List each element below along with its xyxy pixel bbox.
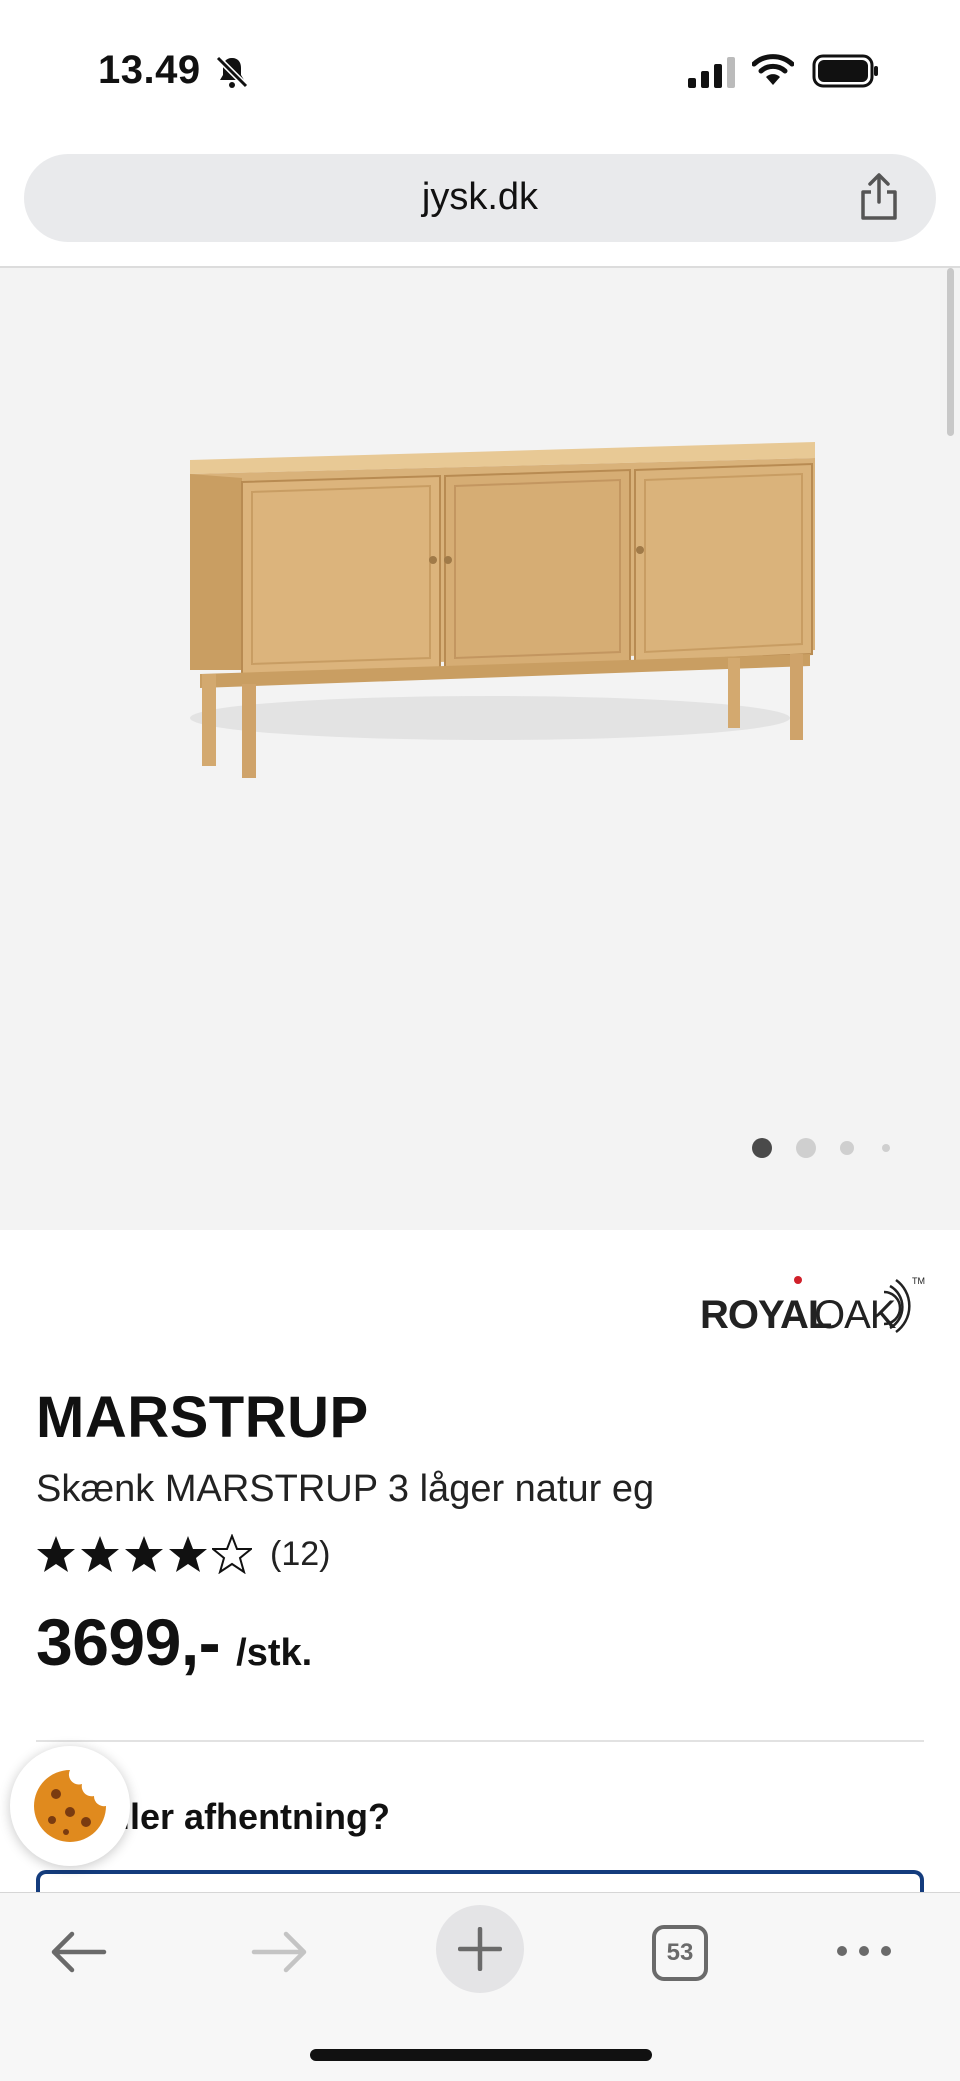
share-icon[interactable] <box>856 172 902 222</box>
forward-arrow-icon[interactable] <box>250 1927 310 1977</box>
cookie-icon <box>34 1770 106 1842</box>
svg-text:OAK: OAK <box>814 1293 897 1337</box>
status-time: 13.49 <box>98 48 201 92</box>
price-unit: /stk. <box>236 1632 313 1674</box>
tabs-button[interactable]: 53 <box>652 1925 708 1981</box>
product-price: 3699,- <box>36 1605 221 1679</box>
carousel-dot[interactable] <box>796 1138 816 1158</box>
battery-icon <box>812 54 878 88</box>
more-icon[interactable] <box>834 1941 894 1961</box>
product-title: MARSTRUP <box>36 1385 369 1450</box>
star-filled-icon <box>125 1536 163 1572</box>
url-text[interactable]: jysk.dk <box>24 176 936 219</box>
divider <box>36 1740 924 1742</box>
price-row: 3699,- /stk. <box>36 1604 312 1680</box>
svg-text:TM: TM <box>912 1276 925 1286</box>
rating-count[interactable]: (12) <box>270 1535 330 1574</box>
browser-toolbar: 53 <box>0 1892 960 2081</box>
scroll-indicator <box>947 268 954 436</box>
carousel-dot-active[interactable] <box>752 1138 772 1158</box>
address-bar[interactable]: jysk.dk <box>24 154 936 242</box>
back-arrow-icon[interactable] <box>48 1927 108 1977</box>
signal-icon <box>688 57 735 88</box>
carousel-dot[interactable] <box>882 1144 890 1152</box>
bell-slash-icon <box>215 55 249 89</box>
carousel-dots[interactable] <box>752 1138 890 1158</box>
star-filled-icon <box>37 1536 75 1572</box>
home-indicator <box>310 2049 652 2061</box>
product-description: Skænk MARSTRUP 3 låger natur eg <box>36 1468 655 1510</box>
star-filled-icon <box>81 1536 119 1572</box>
product-rating[interactable]: (12) <box>36 1532 330 1576</box>
new-tab-button[interactable] <box>436 1905 524 1993</box>
plus-icon <box>458 1927 502 1971</box>
brand-logo: ROYAL OAK TM <box>700 1276 925 1337</box>
status-bar: 13.49 <box>0 0 960 140</box>
cookie-settings-button[interactable] <box>10 1746 130 1866</box>
carousel-dot[interactable] <box>840 1141 854 1155</box>
star-empty-icon <box>212 1534 252 1574</box>
product-image <box>190 442 815 778</box>
wifi-icon <box>752 54 794 85</box>
svg-text:ROYAL: ROYAL <box>700 1293 832 1337</box>
star-filled-icon <box>169 1536 207 1572</box>
product-image-carousel[interactable] <box>0 268 960 1230</box>
